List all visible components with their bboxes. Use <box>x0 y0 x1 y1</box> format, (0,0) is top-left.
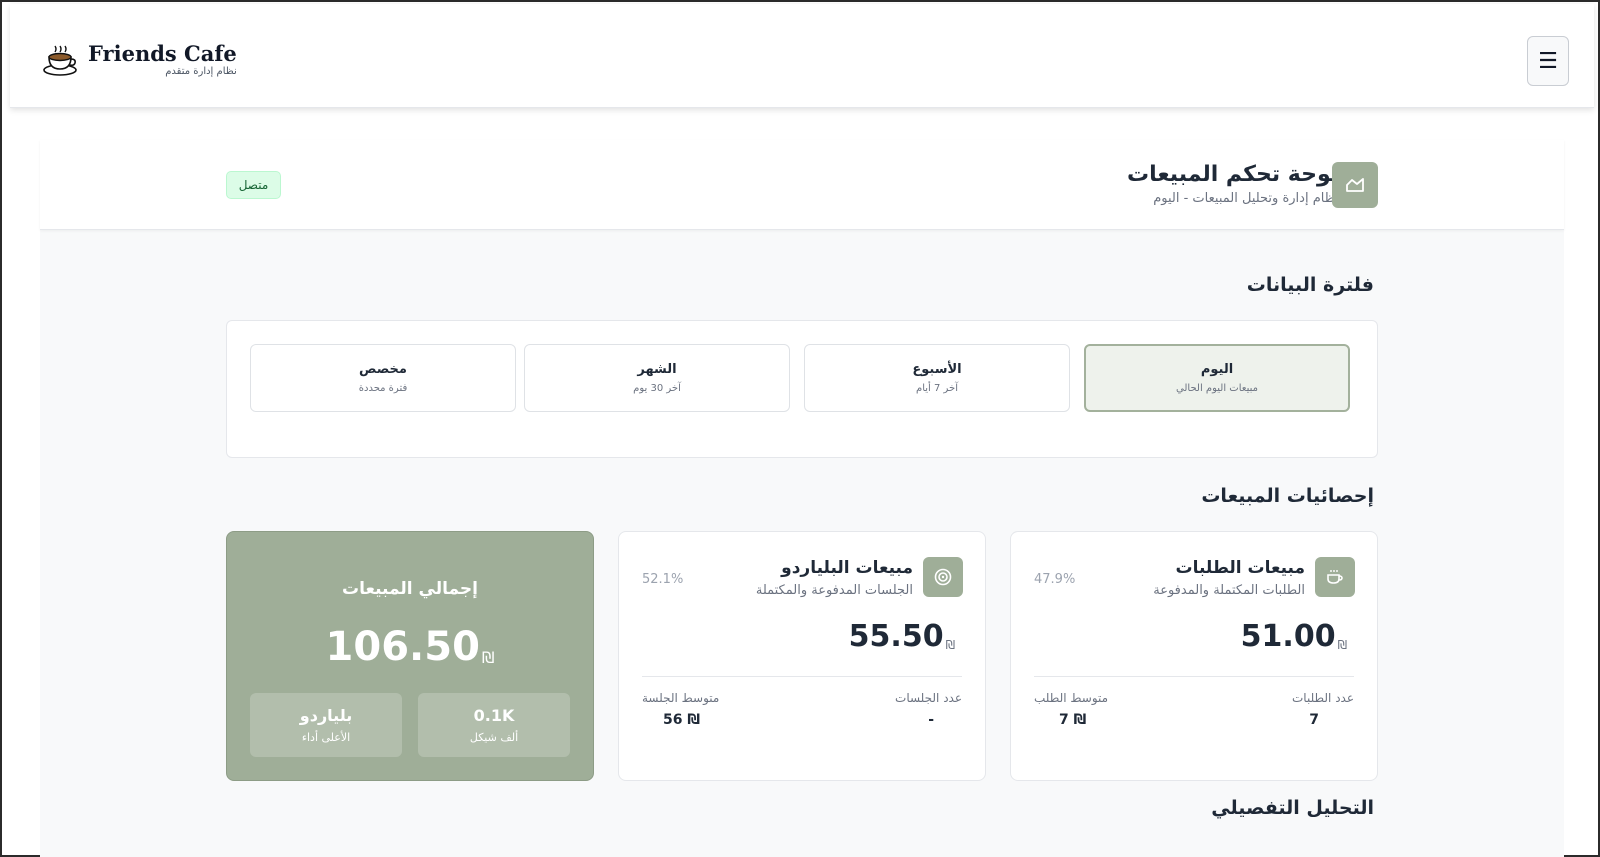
filter-month-label: الشهر <box>637 362 677 377</box>
filter-week-desc: آخر 7 أيام <box>916 383 959 394</box>
total-amount: 106.50 <box>325 624 480 670</box>
billiards-count-label: عدد الجلسات <box>895 691 962 705</box>
total-card-title: إجمالي المبيعات <box>342 579 478 599</box>
divider <box>1034 676 1354 677</box>
total-thousands-box: 0.1K ألف شيكل <box>418 693 570 757</box>
filter-week-button[interactable]: الأسبوع آخر 7 أيام <box>804 344 1070 412</box>
filter-today-label: اليوم <box>1200 362 1234 377</box>
billiards-card-subtitle: الجلسات المدفوعة والمكتملة <box>755 583 913 598</box>
billiards-amount: 55.50 <box>848 619 944 654</box>
total-thousands-value: 0.1K <box>473 706 515 725</box>
billiards-avg-label: متوسط الجلسة <box>642 691 720 705</box>
filter-week-label: الأسبوع <box>912 362 962 377</box>
status-badge: متصل <box>226 171 281 199</box>
brand-subtitle: نظام إدارة متقدم <box>165 66 237 78</box>
top-performer-label: الأعلى أداء <box>301 731 351 744</box>
currency-symbol: ₪ <box>481 648 495 667</box>
stats-section-title: إحصائيات المبيعات <box>1201 485 1374 507</box>
filter-month-button[interactable]: الشهر آخر 30 يوم <box>524 344 790 412</box>
top-navbar: Friends Cafe نظام إدارة متقدم ☰ <box>10 4 1594 108</box>
filter-month-desc: آخر 30 يوم <box>633 383 681 394</box>
billiards-percent: 52.1% <box>642 572 684 587</box>
billiards-count-value: - <box>928 712 934 728</box>
currency-symbol: ₪ <box>945 638 955 652</box>
currency-symbol: ₪ <box>1337 638 1347 652</box>
filter-custom-label: مخصص <box>359 362 407 377</box>
billiards-avg-value: 56 ₪ <box>663 712 701 728</box>
divider <box>642 676 962 677</box>
orders-card-title: مبيعات الطلبات <box>1175 558 1305 578</box>
main-content: متصل لوحة تحكم المبيعات نظام إدارة وتحلي… <box>40 140 1564 857</box>
top-performer-value: بلياردو <box>299 706 353 725</box>
orders-card-subtitle: الطلبات المكتملة والمدفوعة <box>1153 583 1305 598</box>
page-subtitle: نظام إدارة وتحليل المبيعات - اليوم <box>1153 191 1339 206</box>
billiards-sales-card: مبيعات البلياردو الجلسات المدفوعة والمكت… <box>618 531 986 781</box>
filter-custom-button[interactable]: مخصص فترة محددة <box>250 344 516 412</box>
menu-button[interactable]: ☰ <box>1527 36 1569 86</box>
orders-count-value: 7 <box>1309 712 1319 728</box>
analysis-section-title: التحليل التفصيلي <box>1211 797 1374 819</box>
total-sales-card: إجمالي المبيعات 106.50 ₪ 0.1K ألف شيكل ب… <box>226 531 594 781</box>
chart-icon <box>1332 162 1378 208</box>
target-icon <box>923 557 963 597</box>
filter-today-desc: مبيعات اليوم الحالي <box>1176 383 1258 394</box>
filter-section-title: فلترة البيانات <box>1246 274 1374 296</box>
filter-custom-desc: فترة محددة <box>358 383 408 394</box>
orders-amount: 51.00 <box>1240 619 1336 654</box>
total-thousands-label: ألف شيكل <box>469 731 519 744</box>
brand-name: Friends Cafe <box>88 41 237 66</box>
orders-avg-value: 7 ₪ <box>1059 712 1087 728</box>
top-performer-box: بلياردو الأعلى أداء <box>250 693 402 757</box>
filter-panel: اليوم مبيعات اليوم الحالي الأسبوع آخر 7 … <box>226 320 1378 458</box>
orders-sales-card: مبيعات الطلبات الطلبات المكتملة والمدفوع… <box>1010 531 1378 781</box>
orders-avg-label: متوسط الطلب <box>1034 691 1109 705</box>
filter-today-button[interactable]: اليوم مبيعات اليوم الحالي <box>1084 344 1350 412</box>
orders-percent: 47.9% <box>1034 572 1076 587</box>
brand-logo[interactable]: Friends Cafe نظام إدارة متقدم <box>42 42 237 78</box>
orders-count-label: عدد الطلبات <box>1292 691 1354 705</box>
hamburger-icon: ☰ <box>1538 48 1558 74</box>
coffee-cup-icon <box>43 45 77 76</box>
coffee-icon <box>1315 557 1355 597</box>
dashboard-header: متصل لوحة تحكم المبيعات نظام إدارة وتحلي… <box>40 140 1564 230</box>
page-title: لوحة تحكم المبيعات <box>1126 162 1339 187</box>
billiards-card-title: مبيعات البلياردو <box>781 558 913 578</box>
